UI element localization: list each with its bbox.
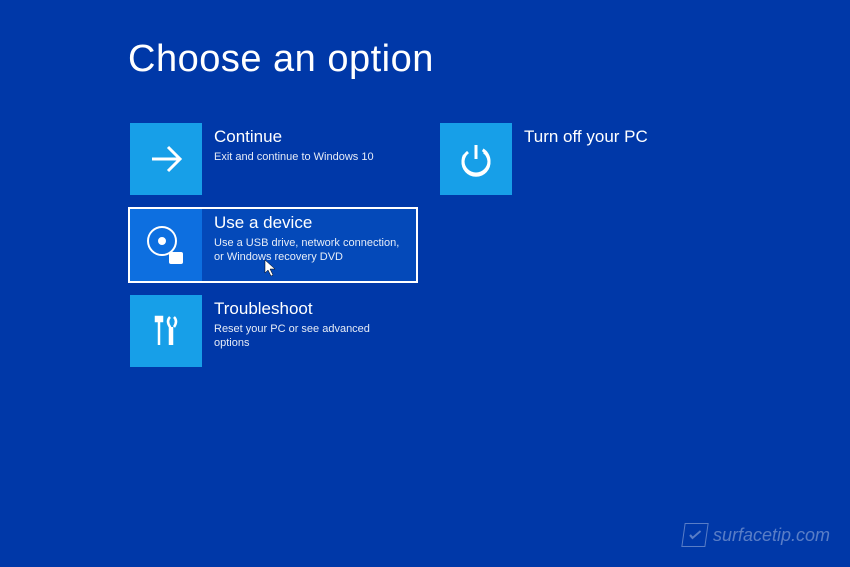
option-turn-off[interactable]: Turn off your PC [438,121,728,197]
options-grid: Continue Exit and continue to Windows 10… [128,121,850,369]
option-troubleshoot-description: Reset your PC or see advanced options [214,322,406,351]
option-troubleshoot-title: Troubleshoot [214,299,406,319]
watermark: surfacetip.com [683,523,830,547]
watermark-text: surfacetip.com [713,525,830,546]
option-continue[interactable]: Continue Exit and continue to Windows 10 [128,121,418,197]
option-turn-off-title: Turn off your PC [524,127,716,147]
option-use-device-title: Use a device [214,213,406,233]
tools-icon [130,295,202,367]
power-icon [440,123,512,195]
option-troubleshoot[interactable]: Troubleshoot Reset your PC or see advanc… [128,293,418,369]
disc-device-icon [130,209,202,281]
arrow-right-icon [130,123,202,195]
option-continue-description: Exit and continue to Windows 10 [214,150,406,164]
page-title: Choose an option [128,38,850,81]
check-icon [681,523,708,547]
option-use-device-description: Use a USB drive, network connection, or … [214,236,406,265]
option-continue-title: Continue [214,127,406,147]
option-use-device[interactable]: Use a device Use a USB drive, network co… [128,207,418,283]
